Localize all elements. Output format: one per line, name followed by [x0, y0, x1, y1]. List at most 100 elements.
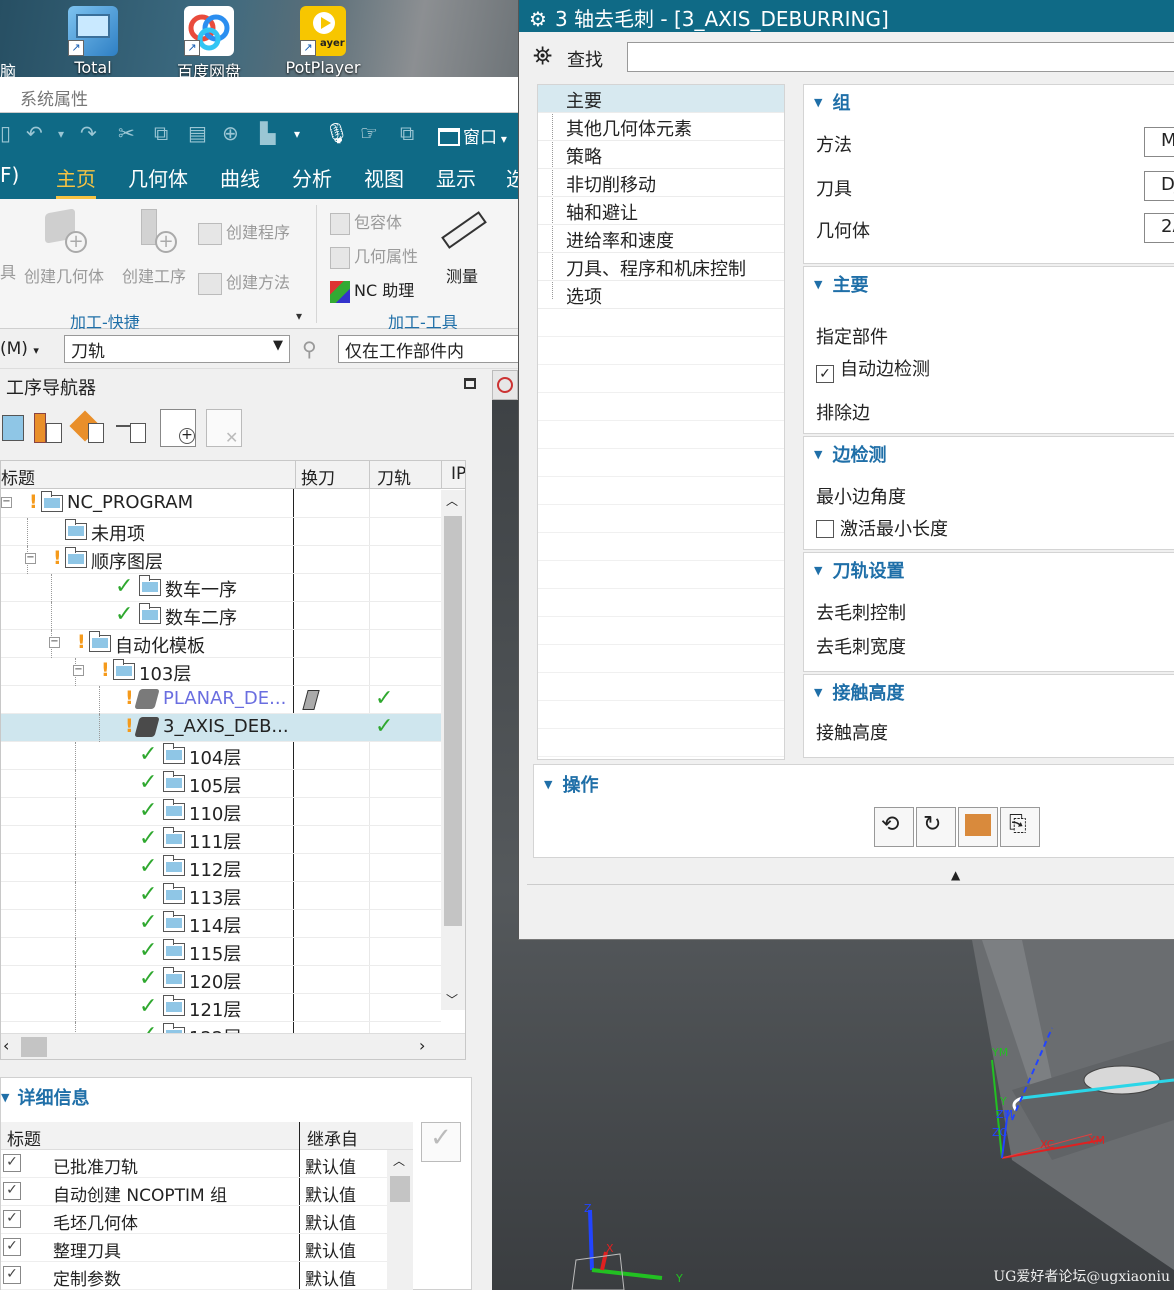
section-header[interactable]: ▼ 主要: [814, 271, 868, 297]
tree-vertical-scrollbar[interactable]: ︿ ﹀: [441, 490, 465, 1010]
window-menu[interactable]: 窗口 ▾: [438, 123, 507, 148]
details-col-inherit[interactable]: 继承自: [307, 1125, 358, 1150]
machining-method-view-icon[interactable]: [114, 409, 150, 447]
details-row[interactable]: ✓ 自动创建 NCOPTIM 组 默认值: [1, 1178, 413, 1206]
scope-filter-select[interactable]: 仅在工作部件内: [338, 335, 518, 363]
auto-edge-checkbox[interactable]: ✓ 自动边检测: [816, 355, 930, 383]
tool-select[interactable]: DJA: [1144, 171, 1174, 201]
tab-file[interactable]: F): [0, 163, 19, 187]
group-dropdown-icon[interactable]: ▾: [296, 309, 302, 323]
details-scrollbar[interactable]: ︿: [387, 1150, 413, 1290]
checkbox-checked-icon[interactable]: ✓: [3, 1154, 21, 1172]
menu-fragment[interactable]: (M) ▾: [0, 339, 39, 359]
tree-row[interactable]: ✓ 112层: [1, 854, 441, 882]
checkbox-checked-icon[interactable]: ✓: [3, 1210, 21, 1228]
column-ip[interactable]: IP: [451, 464, 465, 484]
scroll-right-icon[interactable]: ›: [419, 1036, 425, 1055]
tree-row[interactable]: −! 103层: [1, 658, 441, 686]
tree-row[interactable]: ✓ 121层: [1, 994, 441, 1022]
tab-display[interactable]: 显示: [436, 163, 476, 192]
nc-assistant-button[interactable]: NC 助理: [330, 277, 414, 303]
tab-select[interactable]: 选: [506, 163, 518, 192]
checkbox-checked-icon[interactable]: ✓: [3, 1182, 21, 1200]
details-col-title[interactable]: 标题: [7, 1125, 41, 1150]
toc-item[interactable]: 非切削移动: [538, 169, 784, 197]
tab-home[interactable]: 主页: [56, 163, 96, 199]
column-tool-change[interactable]: 换刀: [301, 464, 335, 489]
geometry-select[interactable]: 2A: [1144, 213, 1174, 243]
details-row[interactable]: ✓ 已批准刀轨 默认值: [1, 1150, 413, 1178]
find-input[interactable]: [627, 42, 1174, 72]
toc-item[interactable]: 其他几何体元素: [538, 113, 784, 141]
create-program-button[interactable]: 创建程序: [198, 219, 290, 245]
microphone-icon[interactable]: 🎙: [324, 121, 349, 145]
tab-analysis[interactable]: 分析: [292, 163, 332, 192]
scroll-thumb[interactable]: [21, 1037, 47, 1057]
scroll-thumb[interactable]: [390, 1176, 410, 1202]
tree-row[interactable]: ✓ 数车一序: [1, 574, 441, 602]
generate-toolpath-button[interactable]: ⟲: [874, 807, 914, 847]
section-header[interactable]: ▼ 边检测: [814, 441, 886, 467]
machine-tool-view-icon[interactable]: [30, 409, 66, 447]
tree-row[interactable]: ✓ 113层: [1, 882, 441, 910]
scroll-left-icon[interactable]: ‹: [3, 1036, 9, 1055]
section-header[interactable]: ▼ 接触高度: [814, 679, 904, 705]
tab-geometry[interactable]: 几何体: [128, 163, 188, 192]
method-select[interactable]: ME: [1144, 127, 1174, 157]
section-header[interactable]: ▼ 操作: [544, 771, 598, 797]
command-finder-icon[interactable]: ▙: [260, 121, 275, 145]
dialog-title-bar[interactable]: ⚙ 3 轴去毛刺 - [3_AXIS_DEBURRING]: [519, 0, 1174, 32]
tree-row[interactable]: ✓ 105层: [1, 770, 441, 798]
toc-item[interactable]: 轴和避让: [538, 197, 784, 225]
tree-horizontal-scrollbar[interactable]: ‹ ›: [1, 1033, 465, 1059]
cut-icon[interactable]: ✂: [118, 121, 135, 145]
tree-row[interactable]: −! 自动化模板: [1, 630, 441, 658]
tree-row[interactable]: −! NC_PROGRAM: [1, 490, 441, 518]
tree-collapse-icon[interactable]: −: [49, 637, 60, 648]
checkbox-checked-icon[interactable]: ✓: [3, 1266, 21, 1284]
tree-row[interactable]: −! 顺序图层: [1, 546, 441, 574]
toc-item[interactable]: 策略: [538, 141, 784, 169]
checkbox-checked-icon[interactable]: ✓: [3, 1238, 21, 1256]
details-row[interactable]: ✓ 整理刀具 默认值: [1, 1234, 413, 1262]
create-geometry-button[interactable]: + 创建几何体: [20, 207, 108, 287]
paste-icon[interactable]: ▤: [188, 121, 207, 145]
list-toolpath-button[interactable]: ⎘: [1000, 807, 1040, 847]
tree-row[interactable]: ! PLANAR_DE... ✓: [1, 686, 441, 714]
section-header[interactable]: ▼ 刀轨设置: [814, 557, 904, 583]
measure-button[interactable]: 测量: [436, 207, 488, 287]
tree-row[interactable]: ✓ 111层: [1, 826, 441, 854]
undo-dropdown-icon[interactable]: ▾: [58, 127, 64, 141]
activate-min-length-checkbox[interactable]: 激活最小长度: [816, 515, 948, 541]
geometry-props-button[interactable]: 几何属性: [330, 243, 418, 269]
scroll-down-icon[interactable]: ﹀: [446, 991, 458, 1008]
tree-collapse-icon[interactable]: −: [73, 665, 84, 676]
desktop-icon-total[interactable]: ↗ Total: [38, 6, 148, 77]
desktop-icon-baidu[interactable]: ↗ 百度网盘: [154, 6, 264, 77]
collapse-dialog-icon[interactable]: ▲: [951, 868, 960, 882]
copy-icon[interactable]: ⧉: [154, 121, 168, 145]
tree-collapse-icon[interactable]: −: [25, 553, 36, 564]
details-header[interactable]: ▼ 详细信息: [1, 1084, 89, 1110]
confirm-check-icon[interactable]: ✓: [421, 1122, 461, 1162]
details-row[interactable]: ✓ 毛坯几何体 默认值: [1, 1206, 413, 1234]
tab-curve[interactable]: 曲线: [220, 163, 260, 192]
tree-row[interactable]: ✓ 120层: [1, 966, 441, 994]
toc-item[interactable]: 选项: [538, 281, 784, 309]
toc-item[interactable]: 刀具、程序和机床控制: [538, 253, 784, 281]
window-switch-icon[interactable]: ⧉: [400, 121, 414, 145]
toc-item[interactable]: 主要: [538, 85, 784, 113]
collapse-all-icon[interactable]: ✕: [206, 409, 242, 447]
tree-collapse-icon[interactable]: −: [1, 497, 12, 508]
tree-row[interactable]: ! 3_AXIS_DEB... ✓: [1, 714, 441, 742]
property-bar[interactable]: 系统属性: [0, 77, 518, 113]
tree-row[interactable]: ✓ 110层: [1, 798, 441, 826]
tab-view[interactable]: 视图: [364, 163, 404, 192]
viewport-tab[interactable]: [492, 370, 518, 400]
tree-row[interactable]: 未用项: [1, 518, 441, 546]
touch-mode-icon[interactable]: ☞: [360, 121, 378, 145]
column-title[interactable]: 标题: [1, 464, 35, 489]
specify-part-label[interactable]: 指定部件: [816, 323, 888, 349]
scroll-up-icon[interactable]: ︿: [446, 492, 458, 509]
expand-all-icon[interactable]: +: [160, 409, 196, 447]
